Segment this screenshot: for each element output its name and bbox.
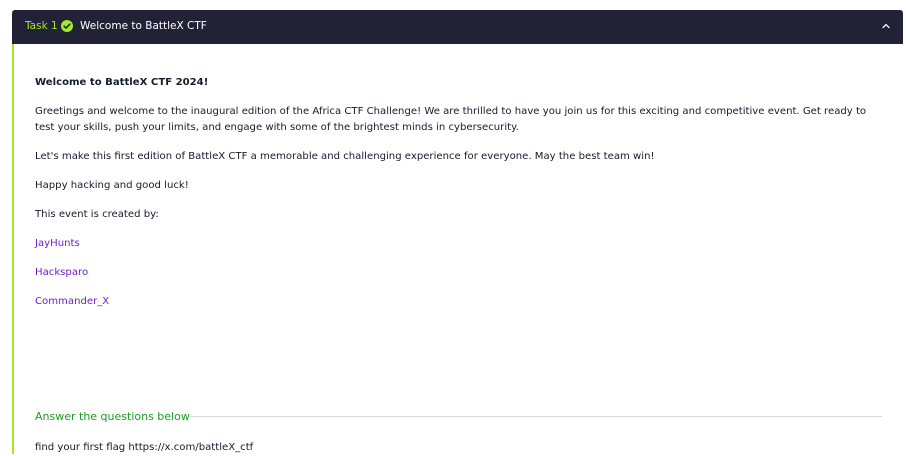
intro-paragraph: Greetings and welcome to the inaugural e… — [35, 106, 867, 133]
closing-paragraph: Let's make this first edition of BattleX… — [35, 151, 655, 162]
creator-link-commander-x[interactable]: Commander_X — [35, 294, 109, 310]
creator-link-hacksparo[interactable]: Hacksparo — [35, 265, 88, 281]
creators-intro: This event is created by: — [35, 209, 159, 220]
answer-section-title: Answer the questions below — [35, 410, 190, 423]
task-header[interactable]: Task 1 Welcome to BattleX CTF — [12, 10, 903, 44]
check-circle-icon — [61, 20, 73, 32]
task-card: Task 1 Welcome to BattleX CTF Welcome to… — [12, 10, 903, 454]
greeting-paragraph: Happy hacking and good luck! — [35, 180, 189, 191]
chevron-up-icon[interactable] — [881, 21, 891, 31]
task-label: Task 1 — [25, 20, 58, 32]
task-title: Welcome to BattleX CTF — [80, 20, 207, 32]
creator-link-jayhunts[interactable]: JayHunts — [35, 236, 80, 252]
section-divider — [190, 416, 882, 417]
task-content: Welcome to BattleX CTF 2024! Greetings a… — [12, 44, 903, 454]
content-heading: Welcome to BattleX CTF 2024! — [35, 77, 209, 88]
